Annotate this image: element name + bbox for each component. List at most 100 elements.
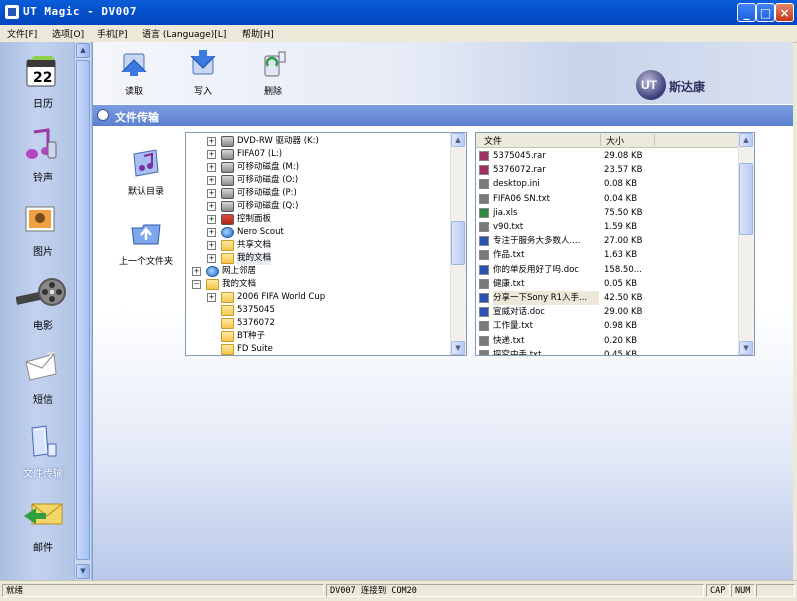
read-button[interactable]: 读取 <box>109 48 159 97</box>
app-icon[interactable] <box>5 5 19 19</box>
sidebar-item-file-transfer[interactable]: 文件传输 <box>0 418 78 488</box>
globe-icon <box>221 227 234 238</box>
file-row[interactable]: 你的单反用好了吗.doc 158.50... <box>476 263 740 277</box>
tree-node[interactable]: FD Suite <box>186 343 451 355</box>
column-header-name[interactable]: 文件 <box>484 134 502 147</box>
file-row[interactable]: 工作量.txt 0.98 KB <box>476 319 740 333</box>
mail-icon <box>24 498 63 532</box>
file-row[interactable]: 宣威对话.doc 29.00 KB <box>476 305 740 319</box>
file-row[interactable]: 分享一下Sony R1入手... 42.50 KB <box>476 291 740 305</box>
expand-icon[interactable]: + <box>207 241 216 250</box>
delete-button[interactable]: 删除 <box>248 48 298 97</box>
tree-node[interactable]: + Nero Scout <box>186 226 451 239</box>
column-separator[interactable] <box>654 134 655 146</box>
minimize-button[interactable]: _ <box>737 3 756 22</box>
tree-node[interactable]: BT种子 <box>186 330 451 343</box>
film-reel-icon <box>15 276 66 310</box>
sidebar-item-mail[interactable]: 邮件 <box>0 492 78 562</box>
file-row[interactable]: 快递.txt 0.20 KB <box>476 334 740 348</box>
menu-options[interactable]: 选项[O] <box>52 27 84 40</box>
menu-file[interactable]: 文件[F] <box>7 27 37 40</box>
file-size: 1.59 KB <box>604 222 638 232</box>
tree-node[interactable]: 5376072 <box>186 317 451 330</box>
file-name: 分享一下Sony R1入手... <box>493 291 599 305</box>
menu-language[interactable]: 语言 (Language)[L] <box>142 27 226 40</box>
tree-node-label: 可移动磁盘 (P:) <box>237 188 297 198</box>
scroll-up-button[interactable]: ▲ <box>739 133 753 147</box>
expand-icon[interactable]: + <box>207 228 216 237</box>
scroll-up-button[interactable]: ▲ <box>76 43 90 58</box>
folder-icon <box>221 305 234 316</box>
file-row[interactable]: v90.txt 1.59 KB <box>476 220 740 234</box>
file-size: 1.63 KB <box>604 250 638 261</box>
tree-node[interactable]: + 网上邻居 <box>186 265 451 278</box>
tree-node-label: 控制面板 <box>237 214 272 224</box>
expand-icon[interactable]: + <box>192 267 201 276</box>
tree-node[interactable]: + DVD-RW 驱动器 (K:) <box>186 135 451 148</box>
sidebar-item-pictures[interactable]: 图片 <box>0 196 78 266</box>
menu-help[interactable]: 帮助[H] <box>242 27 274 40</box>
folder-tree[interactable]: ▲ ▼ + DVD-RW 驱动器 (K:) + FIFA07 (L:) + 可移动磁盘 (… <box>185 132 467 356</box>
tree-node[interactable]: + 可移动磁盘 (O:) <box>186 174 451 187</box>
tree-node[interactable]: + 可移动磁盘 (Q:) <box>186 200 451 213</box>
menu-phone[interactable]: 手机[P] <box>97 27 127 40</box>
close-button[interactable]: × <box>775 3 794 22</box>
file-row[interactable]: 健康.txt 0.05 KB <box>476 277 740 291</box>
scroll-thumb[interactable] <box>739 163 753 235</box>
file-row[interactable]: desktop.ini 0.08 KB <box>476 177 740 191</box>
scroll-thumb[interactable] <box>76 60 90 560</box>
tree-node[interactable]: − 我的文档 <box>186 278 451 291</box>
file-row[interactable]: 探究中手.txt 0.45 KB <box>476 348 740 355</box>
file-row[interactable]: 5375045.rar 29.08 KB <box>476 149 740 163</box>
tree-node[interactable]: + 控制面板 <box>186 213 451 226</box>
default-directory-button[interactable]: 默认目录 <box>111 148 181 197</box>
expand-icon[interactable]: + <box>207 202 216 211</box>
scroll-up-button[interactable]: ▲ <box>451 133 465 147</box>
tree-node[interactable]: + 可移动磁盘 (P:) <box>186 187 451 200</box>
file-row[interactable]: 作品.txt 1.63 KB <box>476 248 740 262</box>
scroll-down-button[interactable]: ▼ <box>76 564 90 579</box>
file-row[interactable]: 专注于服务大多数人.... 27.00 KB <box>476 234 740 248</box>
sidebar-item-ringtone[interactable]: 铃声 <box>0 122 78 192</box>
file-row[interactable]: 5376072.rar 23.57 KB <box>476 163 740 177</box>
expand-icon[interactable]: + <box>207 176 216 185</box>
expand-icon[interactable]: + <box>207 163 216 172</box>
expand-icon[interactable]: + <box>207 215 216 224</box>
file-row[interactable]: FIFA06 SN.txt 0.04 KB <box>476 192 740 206</box>
sidebar-item-sms[interactable]: 短信 <box>0 344 78 414</box>
column-separator[interactable] <box>600 134 601 146</box>
column-header-size[interactable]: 大小 <box>606 134 624 147</box>
file-list-scrollbar[interactable]: ▲ ▼ <box>738 133 754 355</box>
collapse-icon[interactable]: − <box>192 280 201 289</box>
expand-icon[interactable]: + <box>207 254 216 263</box>
tree-node[interactable]: + 共享文档 <box>186 239 451 252</box>
file-size: 158.50... <box>604 264 642 275</box>
file-icon <box>479 207 489 218</box>
scroll-down-button[interactable]: ▼ <box>451 341 465 355</box>
tree-node[interactable]: + 可移动磁盘 (M:) <box>186 161 451 174</box>
expand-icon[interactable]: + <box>207 293 216 302</box>
file-list[interactable]: 文件 大小 ▲ ▼ 5375045.rar 29.08 KB 5376072.rar… <box>475 132 755 356</box>
tree-node[interactable]: + 我的文档 <box>186 252 451 265</box>
maximize-button[interactable]: □ <box>756 3 775 22</box>
scroll-down-button[interactable]: ▼ <box>739 341 753 355</box>
tree-node[interactable]: 5375045 <box>186 304 451 317</box>
expand-icon[interactable]: + <box>207 137 216 146</box>
sidebar-item-calendar[interactable]: 22 日历 <box>0 48 78 118</box>
expand-icon[interactable]: + <box>207 189 216 198</box>
tree-scrollbar[interactable]: ▲ ▼ <box>450 133 466 355</box>
folder-icon <box>221 240 234 251</box>
tree-node[interactable]: + FIFA07 (L:) <box>186 148 451 161</box>
file-row[interactable]: jia.xls 75.50 KB <box>476 206 740 220</box>
tree-node-label: FD Suite <box>237 344 273 354</box>
write-button[interactable]: 写入 <box>178 48 228 97</box>
file-name: 你的单反用好了吗.doc <box>493 264 579 275</box>
tree-node[interactable]: +2006 FIFA World Cup <box>186 291 451 304</box>
parent-folder-button[interactable]: 上一个文件夹 <box>111 218 181 267</box>
sidebar-scrollbar[interactable]: ▲ ▼ <box>74 42 91 580</box>
expand-icon[interactable]: + <box>207 150 216 159</box>
scroll-thumb[interactable] <box>451 221 465 265</box>
sidebar-item-movie[interactable]: 电影 <box>0 270 78 340</box>
main-panel: 读取 写入 删除 UT 斯达康 文件传输 默认目录 上一个文件夹 ▲ ▼ + D… <box>93 42 793 580</box>
file-icon <box>479 293 489 303</box>
